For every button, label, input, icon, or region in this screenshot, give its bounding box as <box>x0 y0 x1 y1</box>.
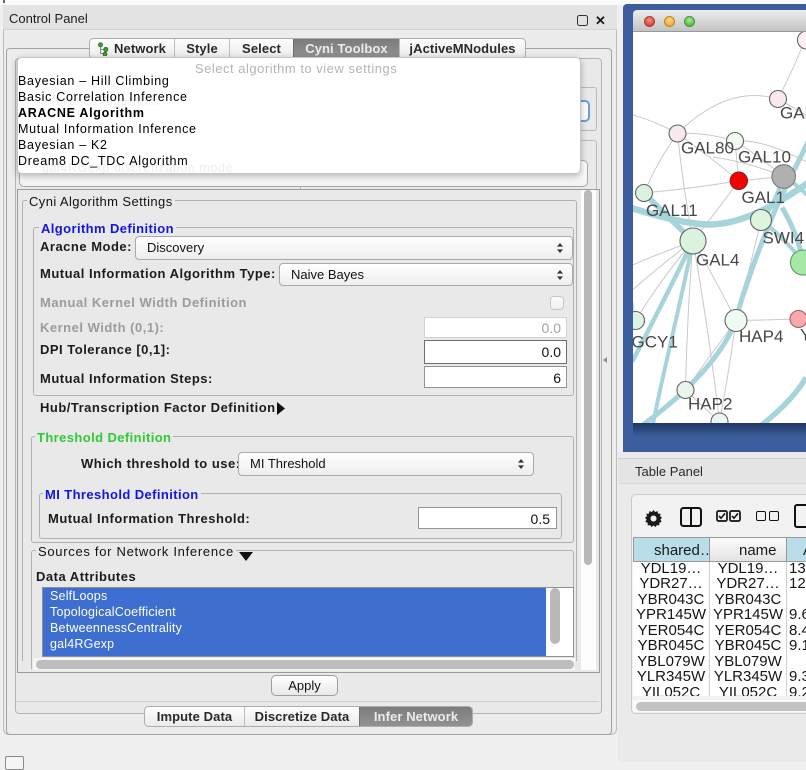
svg-text:GAL7: GAL7 <box>780 103 806 122</box>
svg-text:GAL1: GAL1 <box>742 188 785 207</box>
svg-text:GAL10: GAL10 <box>738 147 791 166</box>
svg-text:GAL4: GAL4 <box>696 250 739 269</box>
svg-text:GCY1: GCY1 <box>633 332 678 351</box>
svg-text:Y: Y <box>800 325 806 344</box>
svg-text:HAP4: HAP4 <box>739 327 783 346</box>
svg-text:GAL11: GAL11 <box>646 201 698 220</box>
svg-text:GAL80: GAL80 <box>681 138 734 157</box>
svg-text:HAP2: HAP2 <box>688 394 732 413</box>
svg-text:SWI4: SWI4 <box>763 228 805 247</box>
